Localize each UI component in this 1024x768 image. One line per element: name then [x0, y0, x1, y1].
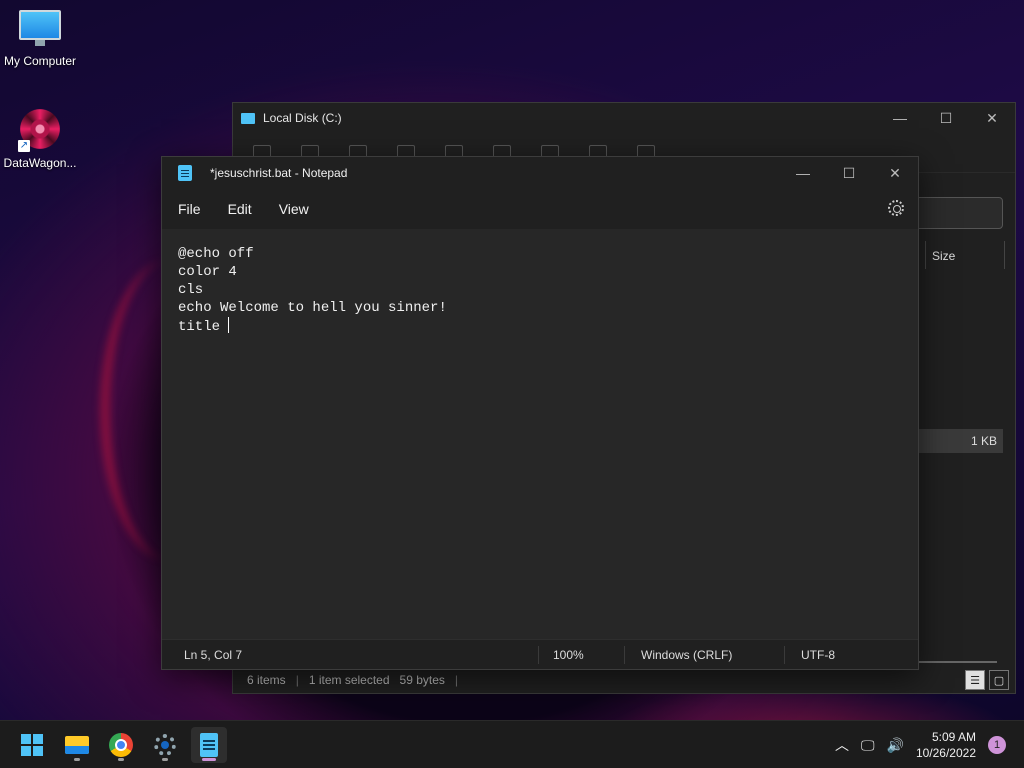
desktop-icon-label: DataWagon...: [3, 156, 77, 170]
text-caret: [228, 317, 230, 333]
taskbar: ︿ 🖵 🔊 5:09 AM 10/26/2022 1: [0, 720, 1024, 768]
file-row-size[interactable]: 1 KB: [918, 429, 1003, 453]
drive-icon: [241, 112, 255, 124]
start-icon: [21, 734, 43, 756]
close-button[interactable]: ✕: [872, 157, 918, 189]
desktop-icon-datawagon[interactable]: DataWagon...: [0, 106, 80, 170]
notepad-window[interactable]: *jesuschrist.bat - Notepad — ☐ ✕ File Ed…: [161, 156, 919, 670]
desktop-icon-label: My Computer: [3, 54, 77, 68]
taskbar-settings[interactable]: [147, 727, 183, 763]
minimize-button[interactable]: —: [780, 157, 826, 189]
maximize-button[interactable]: ☐: [826, 157, 872, 189]
tiles-view-button[interactable]: ▢: [989, 670, 1009, 690]
editor-line: title: [178, 319, 229, 335]
taskbar-file-explorer[interactable]: [59, 727, 95, 763]
selection-size: 59 bytes: [399, 673, 445, 687]
shortcut-arrow-icon: ↗: [18, 140, 30, 152]
menu-bar: File Edit View: [162, 189, 918, 229]
notepad-statusbar: Ln 5, Col 7 100% Windows (CRLF) UTF-8: [162, 639, 918, 669]
volume-icon[interactable]: 🔊: [887, 737, 904, 754]
menu-edit[interactable]: Edit: [220, 195, 260, 223]
maximize-button[interactable]: ☐: [923, 103, 969, 133]
notepad-icon: [200, 733, 218, 757]
monitor-icon: [19, 10, 61, 46]
chrome-icon: [109, 733, 133, 757]
start-button[interactable]: [14, 727, 50, 763]
desktop-icon-my-computer[interactable]: My Computer: [0, 10, 80, 68]
editor-line: cls: [178, 282, 204, 298]
column-header-size[interactable]: Size: [925, 241, 1005, 269]
editor-line: color 4: [178, 264, 237, 280]
cursor-position: Ln 5, Col 7: [184, 647, 243, 662]
menu-view[interactable]: View: [271, 195, 317, 223]
taskbar-notepad[interactable]: [191, 727, 227, 763]
system-tray: ︿ 🖵 🔊 5:09 AM 10/26/2022 1: [835, 721, 1024, 768]
taskbar-chrome[interactable]: [103, 727, 139, 763]
explorer-title: Local Disk (C:): [263, 111, 342, 125]
editor-line: echo Welcome to hell you sinner!: [178, 300, 447, 316]
file-explorer-icon: [65, 736, 89, 754]
horizontal-scrollbar[interactable]: [917, 661, 997, 663]
network-icon[interactable]: 🖵: [861, 737, 875, 754]
clock-time: 5:09 AM: [931, 730, 976, 744]
notepad-icon: [178, 165, 192, 181]
selection-info: 1 item selected: [308, 673, 390, 687]
notification-badge[interactable]: 1: [988, 736, 1006, 754]
chevron-up-icon[interactable]: ︿: [835, 735, 849, 755]
explorer-statusbar: 6 items | 1 item selected 59 bytes |: [247, 673, 459, 687]
editor-line: @echo off: [178, 246, 254, 262]
text-editor[interactable]: @echo off color 4 cls echo Welcome to he…: [162, 237, 918, 635]
menu-file[interactable]: File: [170, 195, 209, 223]
minimize-button[interactable]: —: [877, 103, 923, 133]
clock-date: 10/26/2022: [915, 746, 976, 760]
zoom-level: 100%: [538, 645, 624, 664]
close-button[interactable]: ✕: [969, 103, 1015, 133]
item-count: 6 items: [247, 673, 286, 687]
settings-gear-icon[interactable]: [888, 200, 904, 216]
notepad-title: *jesuschrist.bat - Notepad: [210, 166, 348, 180]
clock[interactable]: 5:09 AM 10/26/2022: [916, 729, 976, 761]
settings-icon: [154, 734, 176, 756]
details-view-button[interactable]: ☰: [965, 670, 985, 690]
encoding: UTF-8: [784, 645, 835, 664]
line-ending: Windows (CRLF): [624, 645, 784, 664]
